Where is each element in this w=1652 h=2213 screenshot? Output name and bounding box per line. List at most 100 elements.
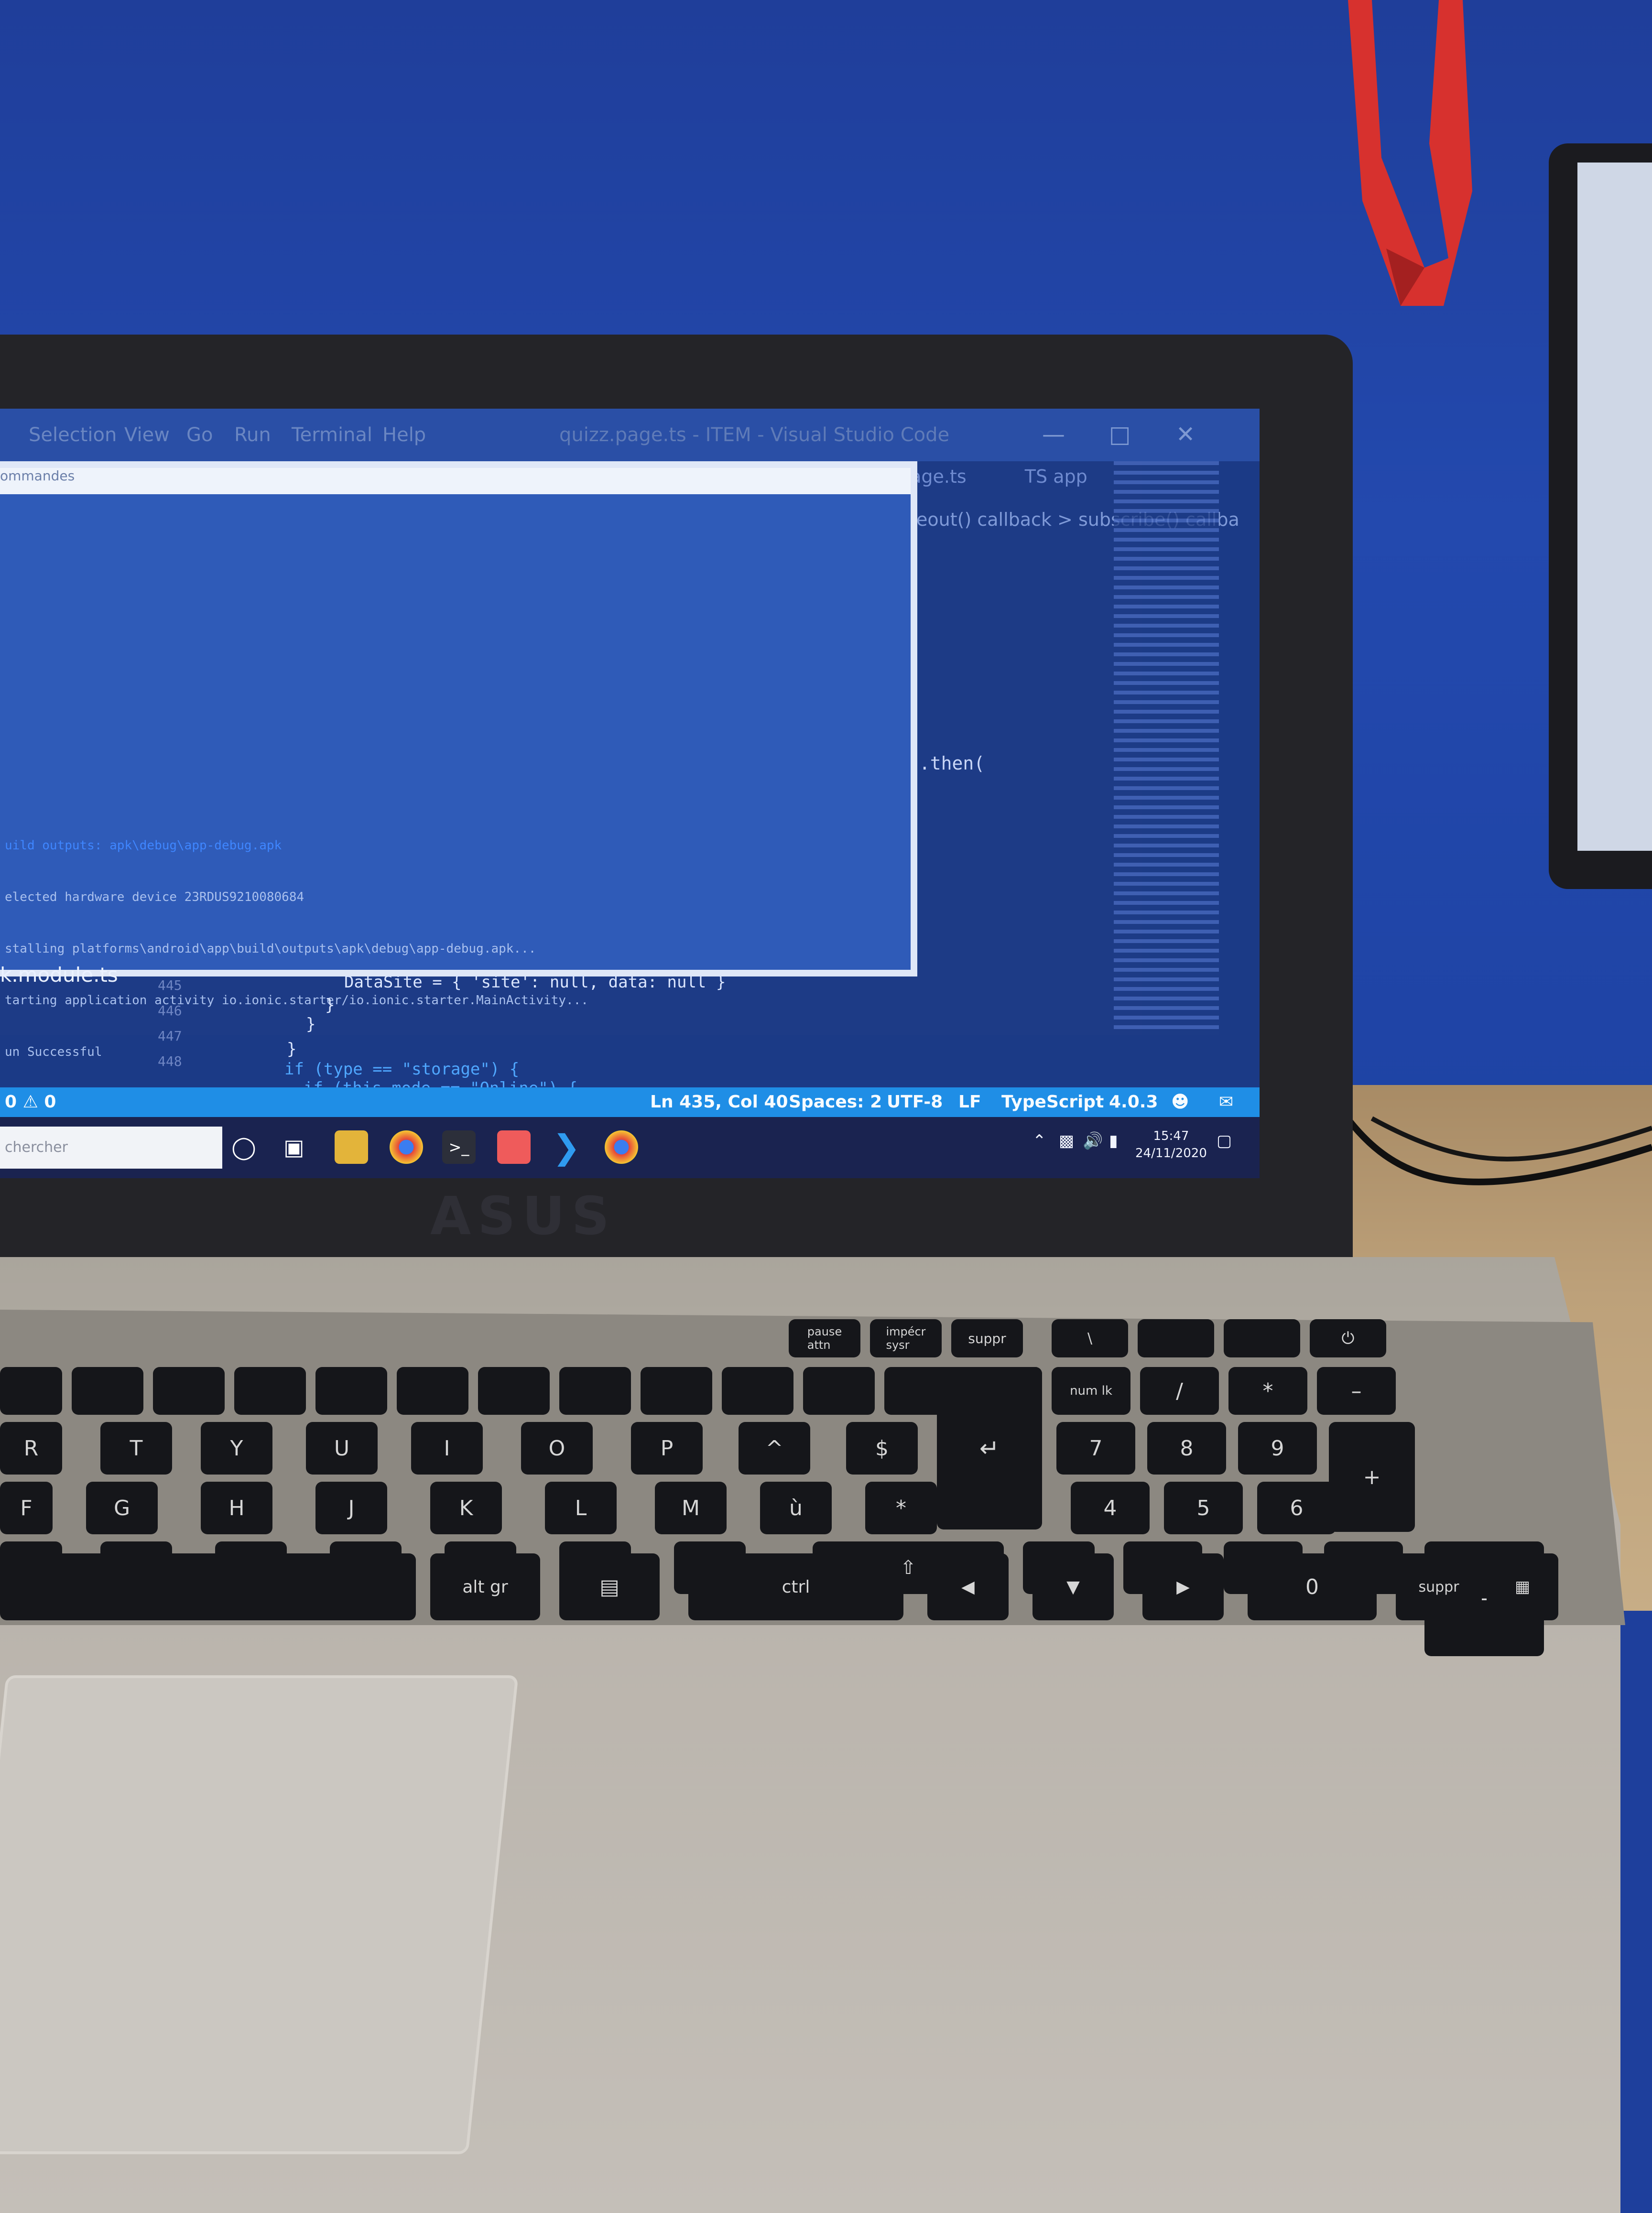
space-bar[interactable] xyxy=(0,1553,416,1620)
arrow-right-key[interactable]: ▶ xyxy=(1142,1553,1224,1620)
language-mode[interactable]: TypeScript xyxy=(1001,1092,1104,1112)
arrow-left-key[interactable]: ◀ xyxy=(927,1553,1009,1620)
key-num7[interactable]: 7 xyxy=(1056,1422,1135,1475)
menu-key-icon[interactable]: ▤ xyxy=(559,1553,660,1620)
network-icon[interactable]: ▩ xyxy=(1059,1131,1074,1150)
key[interactable] xyxy=(722,1367,793,1415)
key-j[interactable]: J xyxy=(315,1482,387,1534)
power-icon[interactable]: ⏻ xyxy=(1310,1319,1386,1357)
taskbar-clock[interactable]: 15:47 24/11/2020 xyxy=(1135,1128,1207,1162)
feedback-icon[interactable]: ☻ xyxy=(1171,1092,1189,1112)
key-y[interactable]: Y xyxy=(201,1422,272,1475)
menu-selection[interactable]: Selection xyxy=(29,424,117,446)
line-ending[interactable]: LF xyxy=(958,1092,981,1112)
key[interactable] xyxy=(315,1367,387,1415)
minimap[interactable] xyxy=(1114,461,1219,1035)
menu-view[interactable]: View xyxy=(124,424,170,446)
chrome-icon[interactable] xyxy=(605,1130,638,1164)
key-pause[interactable]: pause attn xyxy=(789,1319,860,1357)
menu-go[interactable]: Go xyxy=(186,424,213,446)
key-star[interactable]: * xyxy=(865,1482,937,1534)
task-view-icon[interactable]: ▣ xyxy=(277,1130,311,1164)
close-icon[interactable]: ✕ xyxy=(1176,421,1195,448)
action-center-icon[interactable]: ▢ xyxy=(1217,1131,1232,1150)
tab-app[interactable]: TS app xyxy=(1025,466,1087,487)
menu-terminal[interactable]: Terminal xyxy=(292,424,372,446)
notifications-icon[interactable]: ✉ xyxy=(1219,1092,1233,1112)
key[interactable] xyxy=(478,1367,550,1415)
key-num6[interactable]: 6 xyxy=(1257,1482,1336,1534)
terminal-app-icon[interactable]: >_ xyxy=(442,1130,476,1164)
key-altgr[interactable]: alt gr xyxy=(430,1553,540,1620)
volume-icon[interactable]: 🔊 xyxy=(1083,1131,1103,1150)
tray-chevron-icon[interactable]: ⌃ xyxy=(1032,1131,1046,1150)
key-backslash[interactable]: \ xyxy=(1052,1319,1128,1357)
red-ribbon xyxy=(1348,0,1472,306)
touchpad[interactable] xyxy=(0,1675,519,2154)
key[interactable] xyxy=(153,1367,225,1415)
maximize-icon[interactable]: □ xyxy=(1109,421,1130,448)
cursor-position[interactable]: Ln 435, Col 40 xyxy=(650,1092,788,1112)
battery-icon[interactable]: ▮ xyxy=(1109,1131,1118,1150)
key[interactable] xyxy=(0,1367,62,1415)
key-f[interactable]: F xyxy=(0,1482,53,1534)
menu-help[interactable]: Help xyxy=(382,424,426,446)
code-line: } xyxy=(306,1015,316,1034)
encoding[interactable]: UTF-8 xyxy=(887,1092,943,1112)
key-u-grave[interactable]: ù xyxy=(760,1482,832,1534)
key-prtscr[interactable]: impécr sysr xyxy=(870,1319,942,1357)
key-num0[interactable]: 0 xyxy=(1248,1553,1377,1620)
key-g[interactable]: G xyxy=(86,1482,158,1534)
menu-run[interactable]: Run xyxy=(234,424,271,446)
key[interactable] xyxy=(559,1367,631,1415)
calculator-icon[interactable]: ▦ xyxy=(1487,1553,1558,1620)
key-num4[interactable]: 4 xyxy=(1071,1482,1150,1534)
taskbar-search-input[interactable]: chercher xyxy=(0,1127,222,1169)
key-num-suppr[interactable]: suppr xyxy=(1396,1553,1482,1620)
key-k[interactable]: K xyxy=(430,1482,502,1534)
key[interactable] xyxy=(641,1367,712,1415)
ts-version[interactable]: 4.0.3 xyxy=(1109,1092,1158,1112)
key-num9[interactable]: 9 xyxy=(1238,1422,1317,1475)
arrow-down-key[interactable]: ▼ xyxy=(1032,1553,1114,1620)
chrome-icon[interactable] xyxy=(390,1130,423,1164)
laptop-screen: Selection View Go Run Terminal Help quiz… xyxy=(0,409,1260,1178)
key-num8[interactable]: 8 xyxy=(1147,1422,1226,1475)
key-l[interactable]: L xyxy=(545,1482,617,1534)
enter-key[interactable]: ↵ xyxy=(937,1367,1042,1530)
key-f-blank[interactable] xyxy=(1224,1319,1300,1357)
key-o[interactable]: O xyxy=(521,1422,593,1475)
key-h[interactable]: H xyxy=(201,1482,272,1534)
key-caret[interactable]: ^ xyxy=(739,1422,810,1475)
key[interactable] xyxy=(234,1367,306,1415)
key[interactable] xyxy=(803,1367,875,1415)
key-ctrl[interactable]: ctrl xyxy=(688,1553,903,1620)
key-suppr-top[interactable]: suppr xyxy=(951,1319,1023,1357)
code-area[interactable]: k.module.ts 445 446 447 448 DataSite = {… xyxy=(0,954,1142,1098)
key-multiply[interactable]: * xyxy=(1228,1367,1307,1415)
indentation[interactable]: Spaces: 2 xyxy=(789,1092,882,1112)
key-divide[interactable]: / xyxy=(1140,1367,1219,1415)
key-plus[interactable]: + xyxy=(1329,1422,1415,1532)
key-num5[interactable]: 5 xyxy=(1164,1482,1243,1534)
key[interactable] xyxy=(397,1367,468,1415)
key-f-blank[interactable] xyxy=(1138,1319,1214,1357)
key-p[interactable]: P xyxy=(631,1422,703,1475)
key-i[interactable]: I xyxy=(411,1422,483,1475)
problems-indicator[interactable]: 0 ⚠ 0 xyxy=(5,1092,56,1112)
explorer-file-label[interactable]: k.module.ts xyxy=(0,963,118,987)
key-minus[interactable]: – xyxy=(1317,1367,1396,1415)
key[interactable] xyxy=(72,1367,143,1415)
key-u[interactable]: U xyxy=(306,1422,378,1475)
minimize-icon[interactable]: — xyxy=(1042,421,1065,448)
file-explorer-icon[interactable] xyxy=(335,1130,368,1164)
key-r[interactable]: R xyxy=(0,1422,62,1475)
command-prompt-window[interactable]: ommandes uild outputs: apk\debug\app-deb… xyxy=(0,461,917,1059)
key-t[interactable]: T xyxy=(100,1422,172,1475)
key-dollar[interactable]: $ xyxy=(846,1422,918,1475)
app-icon[interactable] xyxy=(497,1130,531,1164)
key-numlock[interactable]: num lk xyxy=(1052,1367,1130,1415)
key-m[interactable]: M xyxy=(655,1482,727,1534)
cortana-icon[interactable]: ◯ xyxy=(227,1130,261,1164)
vscode-icon[interactable]: ❯ xyxy=(550,1128,583,1167)
